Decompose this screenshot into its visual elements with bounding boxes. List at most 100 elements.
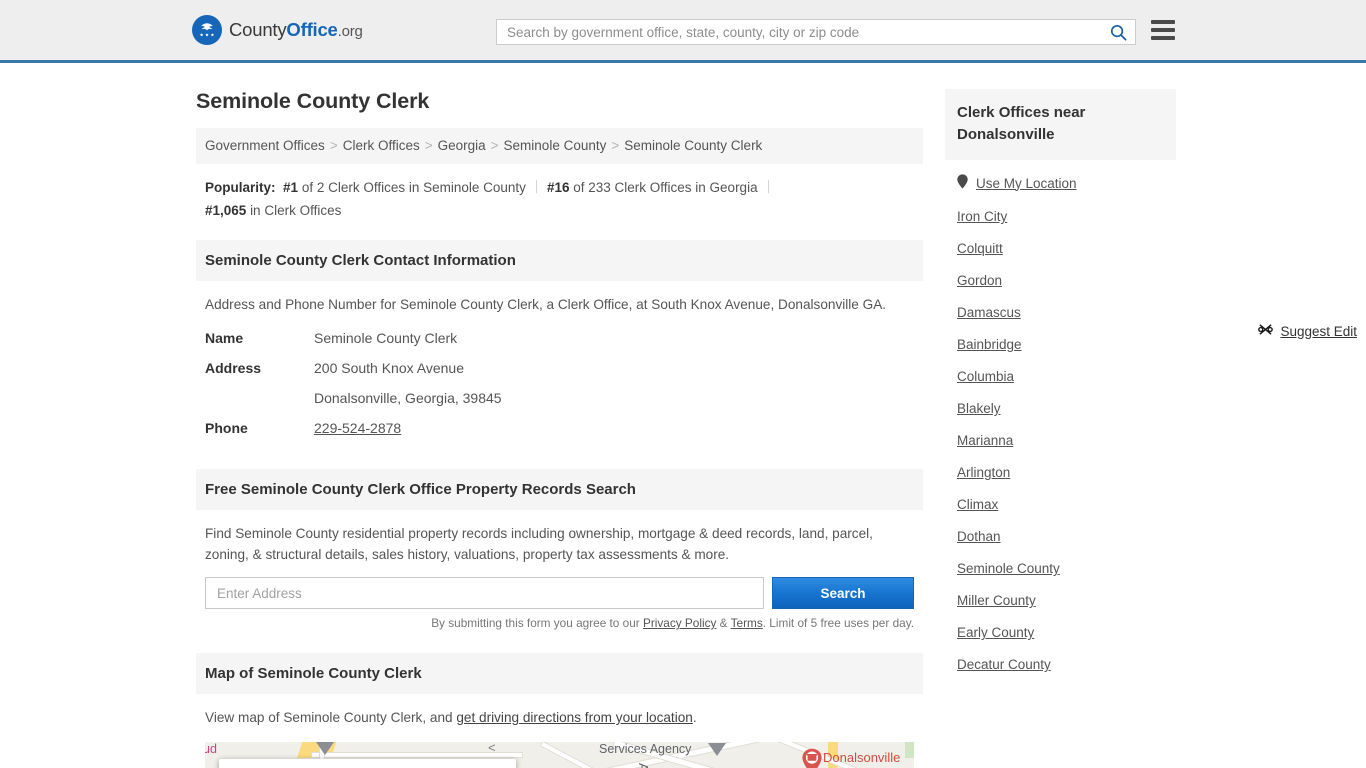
map-green-area-1 xyxy=(905,742,914,758)
map-label-services-agency: Services Agency xyxy=(599,742,692,756)
sidebar-link-10[interactable]: Dothan xyxy=(957,529,1001,544)
sidebar-link-3[interactable]: Damascus xyxy=(957,305,1021,320)
hamburger-bar-3 xyxy=(1151,36,1175,40)
search-input[interactable] xyxy=(497,20,1101,44)
popularity-rank-0: #1 xyxy=(283,180,299,195)
address-input[interactable] xyxy=(205,577,764,609)
contact-information-section: Seminole County Clerk Contact Informatio… xyxy=(196,240,1357,447)
breadcrumb-separator-1: > xyxy=(424,138,433,153)
contact-label-name: Name xyxy=(205,330,244,346)
sidebar-item-columbia[interactable]: Columbia xyxy=(957,360,1164,392)
sidebar-item-gordon[interactable]: Gordon xyxy=(957,264,1164,296)
contact-value-phone[interactable]: 229-524-2878 xyxy=(314,420,401,436)
contact-label-address: Address xyxy=(205,360,262,376)
sidebar-item-decatur-county[interactable]: Decatur County xyxy=(957,648,1164,680)
breadcrumb-item-3[interactable]: Seminole County xyxy=(504,138,607,153)
sidebar-link-12[interactable]: Miller County xyxy=(957,593,1036,608)
global-search-bar[interactable] xyxy=(496,19,1136,45)
map-label-donalsonville: Donalsonville xyxy=(823,750,901,765)
property-section-description: Find Seminole County residential propert… xyxy=(205,526,873,562)
popularity-entry-1: #16 of 233 Clerk Offices in Georgia xyxy=(547,176,758,199)
sidebar-link-14[interactable]: Decatur County xyxy=(957,657,1051,672)
breadcrumb-item-4[interactable]: Seminole County Clerk xyxy=(624,138,762,153)
sidebar-item-blakely[interactable]: Blakely xyxy=(957,392,1164,424)
popularity-text-1: of 233 Clerk Offices in Georgia xyxy=(573,180,758,195)
popularity-rank-2: #1,065 xyxy=(205,203,247,218)
table-row: Address 200 South Knox Avenue xyxy=(205,353,914,383)
sidebar-item-marianna[interactable]: Marianna xyxy=(957,424,1164,456)
sidebar-item-miller-county[interactable]: Miller County xyxy=(957,584,1164,616)
sidebar-link-9[interactable]: Climax xyxy=(957,497,998,512)
hamburger-menu-icon[interactable] xyxy=(1151,20,1175,40)
page-body: Seminole County Clerk Government Offices… xyxy=(0,63,1366,768)
use-my-location-label[interactable]: Use My Location xyxy=(976,176,1077,191)
contact-section-body: Address and Phone Number for Seminole Co… xyxy=(196,281,1357,447)
sidebar-link-2[interactable]: Gordon xyxy=(957,273,1002,288)
map-label-ave: Ave xyxy=(636,763,650,768)
sidebar-link-8[interactable]: Arlington xyxy=(957,465,1010,480)
form-disclaimer-suffix: . Limit of 5 free uses per day. xyxy=(762,616,914,630)
form-disclaimer-amp: & xyxy=(716,616,731,630)
terms-link[interactable]: Terms xyxy=(731,616,763,630)
sidebar-link-5[interactable]: Columbia xyxy=(957,369,1014,384)
sidebar-item-damascus[interactable]: Damascus xyxy=(957,296,1164,328)
hamburger-bar-2 xyxy=(1151,28,1175,32)
search-icon[interactable] xyxy=(1101,20,1135,44)
contact-details-table: Name Seminole County Clerk Address 200 S… xyxy=(205,323,914,443)
sidebar-item-seminole-county[interactable]: Seminole County xyxy=(957,552,1164,584)
sidebar-link-4[interactable]: Bainbridge xyxy=(957,337,1022,352)
driving-directions-link[interactable]: get driving directions from your locatio… xyxy=(456,710,693,725)
map-section: Map of Seminole County Clerk View map of… xyxy=(196,653,923,768)
popularity-entry-0: #1 of 2 Clerk Offices in Seminole County xyxy=(283,176,526,199)
property-search-form: Search xyxy=(205,577,914,609)
form-disclaimer-prefix: By submitting this form you agree to our xyxy=(431,616,643,630)
sidebar-link-1[interactable]: Colquitt xyxy=(957,241,1003,256)
contact-label-blank xyxy=(205,383,314,413)
sidebar-item-iron-city[interactable]: Iron City xyxy=(957,200,1164,232)
map-section-body: View map of Seminole County Clerk, and g… xyxy=(196,694,923,768)
logo-text-part3: .org xyxy=(337,23,363,40)
sidebar-item-arlington[interactable]: Arlington xyxy=(957,456,1164,488)
breadcrumb-item-2[interactable]: Georgia xyxy=(438,138,486,153)
edit-pencil-icon xyxy=(1258,322,1274,340)
main-column: Seminole County Clerk Government Offices… xyxy=(196,63,1357,768)
breadcrumb-item-1[interactable]: Clerk Offices xyxy=(343,138,420,153)
popularity-rank-1: #16 xyxy=(546,180,570,195)
map-section-description: View map of Seminole County Clerk, and g… xyxy=(205,707,914,728)
sidebar-item-colquitt[interactable]: Colquitt xyxy=(957,232,1164,264)
breadcrumb-separator-3: > xyxy=(611,138,620,153)
sidebar-link-7[interactable]: Marianna xyxy=(957,433,1013,448)
sidebar-heading: Clerk Offices near Donalsonville xyxy=(945,89,1176,160)
popularity-entry-2: #1,065 in Clerk Offices xyxy=(205,199,341,222)
popularity-divider-0 xyxy=(535,180,537,193)
map-poi-triangle-2 xyxy=(708,743,726,756)
contact-section-heading: Seminole County Clerk Contact Informatio… xyxy=(196,240,923,281)
breadcrumb-item-0[interactable]: Government Offices xyxy=(205,138,325,153)
eagle-seal-icon xyxy=(192,15,222,45)
sidebar-item-dothan[interactable]: Dothan xyxy=(957,520,1164,552)
site-logo[interactable]: CountyOffice.org xyxy=(192,15,363,45)
hamburger-bar-1 xyxy=(1151,20,1175,24)
breadcrumb-separator-0: > xyxy=(329,138,338,153)
sidebar-link-13[interactable]: Early County xyxy=(957,625,1034,640)
table-row: Phone 229-524-2878 xyxy=(205,413,914,443)
map-canvas[interactable]: < Services Agency Ave Donalsonville Fire… xyxy=(205,742,914,768)
sidebar-link-0[interactable]: Iron City xyxy=(957,209,1007,224)
sidebar-item-early-county[interactable]: Early County xyxy=(957,616,1164,648)
sidebar-link-11[interactable]: Seminole County xyxy=(957,561,1060,576)
sidebar-item-bainbridge[interactable]: Bainbridge xyxy=(957,328,1164,360)
table-row: Name Seminole County Clerk xyxy=(205,323,914,353)
sidebar-item-climax[interactable]: Climax xyxy=(957,488,1164,520)
privacy-policy-link[interactable]: Privacy Policy xyxy=(643,616,716,630)
popularity-text-2: in Clerk Offices xyxy=(250,203,342,218)
logo-text-part1: County xyxy=(229,19,287,40)
map-section-heading: Map of Seminole County Clerk xyxy=(196,653,923,694)
suggest-edit-button[interactable]: Suggest Edit xyxy=(1258,322,1357,340)
map-info-window[interactable]: Seminole County Clerk-Superior xyxy=(219,759,516,768)
property-search-button[interactable]: Search xyxy=(772,577,914,609)
sidebar-item-use-my-location[interactable]: Use My Location xyxy=(957,160,1164,200)
sidebar-link-6[interactable]: Blakely xyxy=(957,401,1001,416)
contact-value-address-line2: Donalsonville, Georgia, 39845 xyxy=(314,390,502,406)
logo-text-part2: Office xyxy=(286,19,338,40)
page-title: Seminole County Clerk xyxy=(196,89,430,113)
